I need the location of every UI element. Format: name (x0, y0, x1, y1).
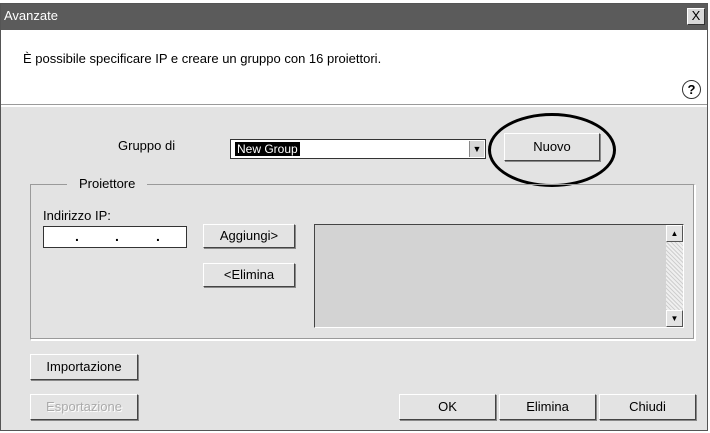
chevron-down-icon[interactable]: ▼ (469, 141, 484, 157)
divider (1, 104, 707, 107)
scroll-up-icon[interactable]: ▲ (666, 225, 683, 242)
projector-list[interactable]: ▲ ▼ (314, 224, 684, 328)
list-scrollbar[interactable]: ▲ ▼ (666, 225, 683, 327)
ip-dot-2: . (115, 228, 119, 244)
title-bar[interactable]: Avanzate X (1, 4, 707, 30)
window-title: Avanzate (4, 8, 58, 23)
projector-section-title: Proiettore (67, 176, 148, 191)
ip-dot-1: . (75, 228, 79, 244)
ok-button[interactable]: OK (399, 394, 496, 420)
advanced-dialog: Avanzate X È possibile specificare IP e … (0, 3, 708, 431)
group-select[interactable]: New Group ▼ (230, 139, 486, 159)
import-button[interactable]: Importazione (30, 354, 138, 380)
close-icon[interactable]: X (687, 8, 705, 25)
ip-address-label: Indirizzo IP: (43, 208, 111, 223)
highlight-circle (488, 113, 616, 187)
description-text: È possibile specificare IP e creare un g… (23, 51, 382, 66)
projector-groupbox: Proiettore Indirizzo IP: . . . Aggiungi>… (30, 176, 695, 340)
group-label: Gruppo di (118, 138, 176, 153)
remove-button[interactable]: <Elimina (203, 263, 295, 287)
delete-button[interactable]: Elimina (499, 394, 596, 420)
scroll-down-icon[interactable]: ▼ (666, 310, 683, 327)
ip-address-field[interactable]: . . . (43, 226, 187, 248)
description-area: È possibile specificare IP e creare un g… (1, 30, 707, 104)
close-button[interactable]: Chiudi (599, 394, 696, 420)
ip-dot-3: . (156, 228, 160, 244)
export-button[interactable]: Esportazione (30, 394, 138, 420)
help-icon[interactable]: ? (682, 80, 701, 99)
group-select-value: New Group (235, 142, 300, 156)
add-button[interactable]: Aggiungi> (203, 224, 295, 248)
